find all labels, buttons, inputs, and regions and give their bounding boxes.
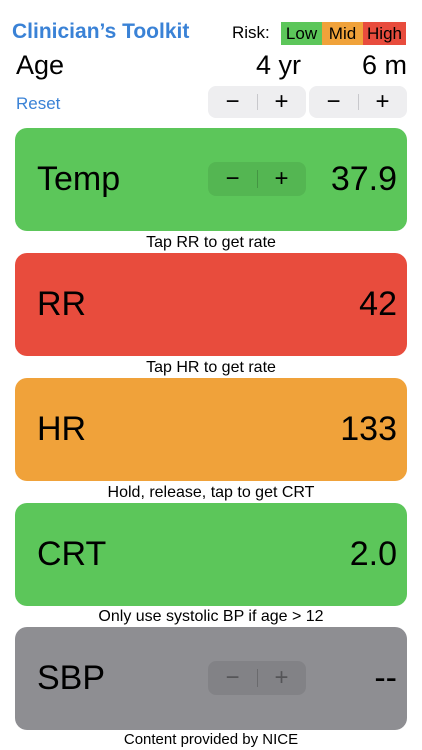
sbp-decrement-button[interactable]: − [208,661,257,695]
temp-value: 37.9 [330,160,397,198]
sbp-value: -- [374,659,397,697]
crt-hint: Hold, release, tap to get CRT [107,484,315,501]
rr-card[interactable]: RR 42 [15,253,407,356]
crt-card[interactable]: CRT 2.0 [15,503,407,606]
age-months-stepper: − + [309,86,407,118]
age-months-value: 6 m [362,50,408,80]
rr-label: RR [37,285,87,323]
footer-credit: Content provided by NICE [123,731,299,748]
age-label: Age [16,50,65,80]
age-months-decrement-button[interactable]: − [309,86,358,118]
temp-card[interactable]: Temp − + 37.9 [15,128,407,231]
risk-legend: Low Mid High [281,22,406,45]
reset-button[interactable]: Reset [16,94,60,114]
hr-hint: Tap HR to get rate [146,359,276,376]
rr-value: 42 [359,285,397,323]
age-years-increment-button[interactable]: + [257,86,306,118]
risk-high-badge: High [363,22,406,45]
sbp-stepper: − + [208,661,306,695]
risk-low-badge: Low [281,22,322,45]
hr-label: HR [37,410,87,448]
temp-stepper: − + [208,162,306,196]
risk-mid-badge: Mid [322,22,363,45]
temp-label: Temp [37,160,121,198]
sbp-label: SBP [37,659,106,697]
crt-label: CRT [37,535,107,573]
age-months-increment-button[interactable]: + [358,86,407,118]
rr-hint: Tap RR to get rate [146,234,276,251]
temp-increment-button[interactable]: + [257,162,306,196]
age-years-value: 4 yr [256,50,302,80]
hr-card[interactable]: HR 133 [15,378,407,481]
sbp-hint: Only use systolic BP if age > 12 [98,608,324,625]
hr-value: 133 [340,410,397,448]
crt-value: 2.0 [349,535,397,573]
app-title: Clinician’s Toolkit [12,20,190,43]
temp-decrement-button[interactable]: − [208,162,257,196]
age-years-stepper: − + [208,86,306,118]
sbp-increment-button[interactable]: + [257,661,306,695]
sbp-card[interactable]: SBP − + -- [15,627,407,730]
risk-label: Risk: [232,23,270,42]
age-years-decrement-button[interactable]: − [208,86,257,118]
